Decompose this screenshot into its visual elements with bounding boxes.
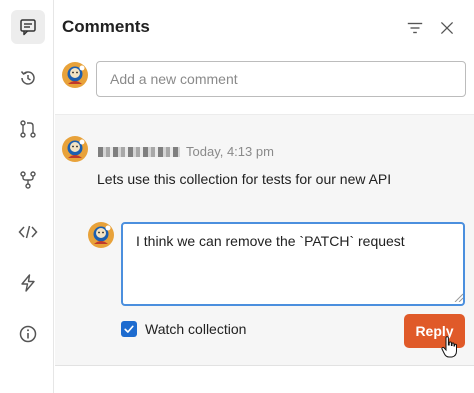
sidebar-item-forks[interactable] [11,163,45,197]
history-icon [20,71,35,85]
avatar [88,222,114,248]
filter-icon [407,22,423,34]
avatar [62,62,88,88]
comment-text: Lets use this collection for tests for o… [97,171,392,187]
user-avatar-icon [62,136,88,162]
sidebar-item-comments[interactable] [11,10,45,44]
new-comment-input[interactable] [96,61,466,97]
pull-request-icon [20,120,36,138]
comment-author-redacted [98,146,180,157]
sidebar-item-activity[interactable] [11,266,45,300]
filter-button[interactable] [404,17,426,39]
sidebar-item-history[interactable] [11,61,45,95]
reply-button[interactable]: Reply [404,314,465,348]
lightning-icon [21,274,35,292]
close-button[interactable] [436,17,458,39]
checkbox-checked-icon[interactable] [121,321,137,337]
resize-grip-icon[interactable] [453,292,463,302]
watch-collection-label: Watch collection [145,321,247,337]
user-avatar-icon [88,222,114,248]
user-avatar-icon [62,62,88,88]
comment-timestamp: Today, 4:13 pm [186,144,274,159]
comment-icon [20,19,36,36]
page-title: Comments [62,17,150,36]
comments-panel: Comments Today, 4:13 [55,0,474,393]
watch-collection-checkbox[interactable]: Watch collection [121,321,246,337]
close-icon [440,21,454,35]
reply-textarea[interactable]: I think we can remove the `PATCH` reques… [121,222,465,306]
code-icon [18,225,38,239]
panel-header: Comments [55,0,474,56]
sidebar-item-info[interactable] [11,317,45,351]
fork-icon [20,171,36,189]
sidebar [0,0,54,393]
sidebar-item-pull-requests[interactable] [11,112,45,146]
avatar [62,136,88,162]
comment-meta: Today, 4:13 pm [98,144,274,159]
info-icon [19,325,37,343]
sidebar-item-code[interactable] [11,215,45,249]
